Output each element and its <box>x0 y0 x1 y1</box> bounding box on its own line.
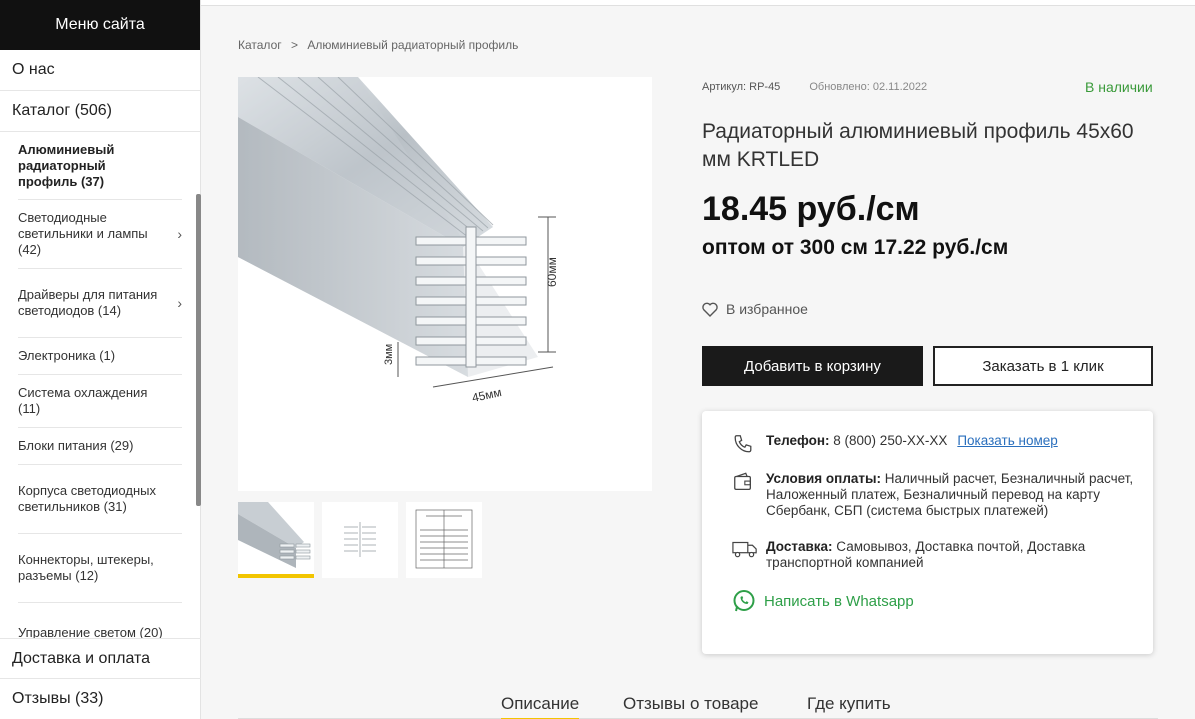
site-menu-header: Меню сайта <box>0 0 200 50</box>
product-tabs: Описание Отзывы о товаре Где купить <box>238 690 1158 719</box>
stock-status: В наличии <box>1085 79 1153 95</box>
breadcrumb-catalog[interactable]: Каталог <box>238 38 282 52</box>
submenu-item-label: Корпуса светодиодных светильников (31) <box>18 483 156 514</box>
whatsapp-link[interactable]: Написать в Whatsapp <box>732 589 914 613</box>
delivery-truck-icon <box>732 541 757 558</box>
delivery-row: Доставка: Самовывоз, Доставка почтой, До… <box>732 539 1136 571</box>
thumbnail-2[interactable] <box>322 502 398 578</box>
breadcrumb-separator: > <box>290 38 298 52</box>
thumbnail-strip <box>238 502 482 578</box>
whatsapp-icon <box>733 590 755 612</box>
heart-icon <box>702 302 718 317</box>
submenu-item[interactable]: Блоки питания (29) <box>18 428 182 465</box>
product-page: Каталог > Алюминиевый радиаторный профил… <box>201 0 1195 719</box>
thumbnail-photo-icon <box>238 502 311 568</box>
sidebar-item-about[interactable]: О нас <box>0 50 200 91</box>
wallet-icon <box>734 472 751 490</box>
wholesale-price: оптом от 300 см 17.22 руб./см <box>702 236 1009 259</box>
dimension-thickness-label: 3мм <box>383 344 395 365</box>
site-menu-sidebar: Меню сайта О нас Каталог (506) Алюминиев… <box>0 0 201 719</box>
article-number: Артикул: RP-45 <box>702 81 781 93</box>
dimension-height-label: 60мм <box>545 257 559 287</box>
radiator-profile-image: 60мм 45мм 3мм <box>238 77 652 491</box>
submenu-item-label: Управление светом (20) <box>18 624 163 639</box>
favorites-label: В избранное <box>726 301 808 317</box>
phone-icon <box>734 435 752 453</box>
product-price: 18.45 руб./см <box>702 190 920 228</box>
submenu-item-label: Блоки питания (29) <box>18 438 134 453</box>
submenu-item[interactable]: Управление светом (20) <box>18 603 182 639</box>
add-to-favorites[interactable]: В избранное <box>702 301 808 317</box>
chevron-right-icon: › <box>177 295 182 311</box>
submenu-item-label: Алюминиевый радиаторный профиль (37) <box>18 141 115 189</box>
sidebar-item-catalog[interactable]: Каталог (506) <box>0 91 200 132</box>
thumbnail-3[interactable] <box>406 502 482 578</box>
phone-label: Телефон: <box>766 433 830 448</box>
phone-row: Телефон: 8 (800) 250-XX-XX Показать номер <box>732 433 1136 460</box>
one-click-order-button[interactable]: Заказать в 1 клик <box>933 346 1153 386</box>
sidebar-item-reviews[interactable]: Отзывы (33) <box>0 678 201 718</box>
payment-row: Условия оплаты: Наличный расчет, Безнали… <box>732 471 1136 519</box>
add-to-cart-button[interactable]: Добавить в корзину <box>702 346 923 386</box>
submenu-item[interactable]: Корпуса светодиодных светильников (31) <box>18 465 182 534</box>
product-main-image[interactable]: 60мм 45мм 3мм <box>238 77 652 491</box>
submenu-item[interactable]: Система охлаждения (11) <box>18 375 182 428</box>
tab-reviews[interactable]: Отзывы о товаре <box>623 694 758 718</box>
submenu-item-label: Коннекторы, штекеры, разъемы (12) <box>18 552 154 583</box>
chevron-right-icon: › <box>177 226 182 242</box>
show-phone-link[interactable]: Показать номер <box>957 433 1057 448</box>
submenu-item[interactable]: Светодиодные светильники и лампы (42) › <box>18 200 182 269</box>
submenu-item-label: Электроника (1) <box>18 348 116 363</box>
submenu-item-label: Светодиодные светильники и лампы (42) <box>18 210 148 257</box>
submenu-item[interactable]: Алюминиевый радиаторный профиль (37) <box>18 132 182 200</box>
delivery-label: Доставка: <box>766 539 833 554</box>
thumbnail-drawing-icon <box>344 522 376 557</box>
product-title: Радиаторный алюминиевый профиль 45х60 мм… <box>702 120 1134 171</box>
payment-label: Условия оплаты: <box>766 471 882 486</box>
whatsapp-label: Написать в Whatsapp <box>764 592 914 610</box>
submenu-item-label: Система охлаждения (11) <box>18 385 148 416</box>
submenu-item[interactable]: Драйверы для питания светодиодов (14) › <box>18 269 182 338</box>
catalog-submenu[interactable]: Алюминиевый радиаторный профиль (37) Свет… <box>0 132 201 638</box>
updated-date: Обновлено: 02.11.2022 <box>809 81 928 93</box>
contact-info-card: Телефон: 8 (800) 250-XX-XX Показать номер… <box>702 411 1153 654</box>
submenu-item[interactable]: Электроника (1) <box>18 338 182 375</box>
thumbnail-schematic-icon <box>415 509 473 569</box>
sidebar-item-delivery[interactable]: Доставка и оплата <box>0 638 201 678</box>
submenu-item-label: Драйверы для питания светодиодов (14) <box>18 287 158 318</box>
product-meta: Артикул: RP-45 Обновлено: 02.11.2022 <box>702 81 927 93</box>
breadcrumb: Каталог > Алюминиевый радиаторный профил… <box>238 38 524 52</box>
breadcrumb-current: Алюминиевый радиаторный профиль <box>307 38 519 52</box>
phone-value: 8 (800) 250-XX-XX <box>829 433 948 448</box>
tab-where-to-buy[interactable]: Где купить <box>807 694 891 718</box>
thumbnail-1[interactable] <box>238 502 314 578</box>
tab-description[interactable]: Описание <box>501 694 580 719</box>
top-divider <box>201 0 1195 6</box>
submenu-item[interactable]: Коннекторы, штекеры, разъемы (12) <box>18 534 182 603</box>
